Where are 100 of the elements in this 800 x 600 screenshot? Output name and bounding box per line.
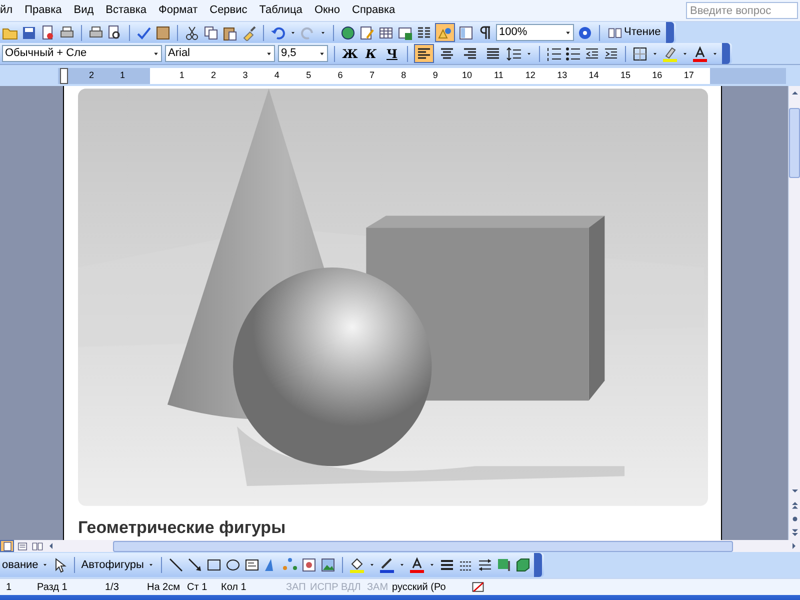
spelling-icon[interactable] [136,24,152,40]
page-icon [2,540,12,552]
save-icon[interactable] [21,24,37,40]
status-bar-item: ИСПР [310,580,340,594]
paste-icon[interactable] [222,24,238,40]
align-left-button[interactable] [414,44,434,63]
columns-icon[interactable] [416,24,432,40]
book-icon[interactable] [608,26,622,40]
tables-borders-icon[interactable] [359,24,375,40]
status-bar-item: 1 [5,580,13,594]
menu-item[interactable]: йл [0,2,19,19]
toolbar-options-handle[interactable] [534,553,542,577]
style-combo[interactable]: Обычный + Сле [2,45,162,62]
scrollbar-thumb[interactable] [789,108,800,178]
status-bar-item: Разд 1 [37,580,68,594]
bold-button[interactable]: Ж [341,44,359,63]
figure-caption: Геометрические фигуры [78,516,287,538]
reading-view-button[interactable] [30,540,44,552]
text-box-icon[interactable] [244,557,260,573]
numbered-list-icon[interactable] [546,46,562,62]
insert-spreadsheet-icon[interactable] [397,24,413,40]
picture-icon[interactable] [320,557,336,573]
menu-item[interactable]: Вид [68,2,100,19]
line-icon[interactable] [168,557,184,573]
status-bar-item: Ст 1 [187,580,208,594]
bulleted-list-icon[interactable] [565,46,581,62]
ruler-number: 12 [524,68,536,82]
ruler-number: 4 [273,68,280,82]
3d-style-icon[interactable] [514,557,531,573]
shadow-icon[interactable] [496,557,512,573]
underline-button[interactable]: Ч [383,44,401,63]
undo-icon[interactable] [270,24,286,40]
status-bar-item: русский (Ро [392,580,447,594]
menu-item[interactable]: Сервис [204,2,254,19]
toolbar-options-handle[interactable] [666,22,674,43]
font-color-icon[interactable] [692,46,708,62]
ruler-number: 7 [368,68,376,82]
status-bar-item: Кол 1 [221,580,248,594]
ruler-number: 10 [461,68,474,82]
status-bar-item: На 2см [147,580,181,594]
draw-menu-button[interactable]: ование [2,556,38,574]
scrollbar-thumb[interactable] [112,540,732,552]
ruler[interactable]: 2 1 1 2 3 4 5 6 7 8 9 10 11 12 13 14 15 16 17 [58,68,786,84]
ruler-number: 1 [178,68,186,82]
ruler-number: 3 [242,68,249,82]
page-icon [16,540,28,552]
menu-item[interactable]: Справка [346,2,402,19]
cut-icon[interactable] [184,24,200,40]
alignleft-icon [416,46,432,62]
line-color-icon[interactable] [378,557,395,573]
decrease-indent-icon[interactable] [584,46,600,62]
oval-icon[interactable] [224,557,241,573]
status-bar-item: ЗАМ [367,580,390,594]
menu-item[interactable]: Правка [18,2,68,19]
status-bar-item: 1/3 [105,580,120,594]
ruler-number: 2 [210,68,218,82]
fill-color-icon[interactable] [348,557,365,573]
web-layout-view-button[interactable] [15,540,29,552]
ruler-number: 1 [118,68,126,82]
ruler-number: 11 [493,68,504,82]
print-icon[interactable] [88,24,104,40]
line-style-icon[interactable] [438,557,455,573]
arrow-icon[interactable] [186,557,203,573]
document-map-icon[interactable] [458,24,474,40]
ruler-number: 13 [556,68,568,82]
menu-item[interactable]: Таблица [253,2,308,19]
status-bar-item: ВДЛ [341,580,362,594]
zoom-combo[interactable]: 100% [496,24,574,41]
menu-item[interactable]: Вставка [100,2,153,19]
format-painter-icon[interactable] [241,24,257,40]
reading-button[interactable]: Чтение [606,23,663,42]
ruler-number: 14 [588,68,600,82]
status-bar-item: ЗАП [286,580,307,594]
print-layout-view-button[interactable] [0,540,14,552]
menu-item[interactable]: Формат [152,2,204,19]
highlighter-icon[interactable] [662,46,678,62]
borders-icon[interactable] [632,46,648,62]
ruler-number: 17 [682,68,695,82]
menu-item[interactable]: Окно [308,2,346,19]
ruler-number: 16 [651,68,664,82]
font-color-icon[interactable] [408,557,425,573]
font-combo[interactable]: Arial [165,45,275,62]
italic-button[interactable]: К [362,44,380,63]
ruler-number: 2 [88,68,95,82]
autoshapes-button[interactable]: Автофигуры [81,556,144,574]
rectangle-icon[interactable] [206,557,222,573]
increase-indent-icon[interactable] [603,46,619,62]
arrow-style-icon[interactable] [476,557,493,573]
print-icon[interactable] [59,24,75,40]
help-question-field[interactable]: Введите вопрос [686,2,798,19]
indent-marker[interactable] [60,68,68,84]
insert-table-icon[interactable] [378,24,394,40]
copy-icon[interactable] [203,24,219,40]
ruler-number: 8 [400,68,408,82]
line-spacing-icon[interactable] [506,46,522,62]
font-size-combo[interactable]: 9,5 [278,45,328,62]
ruler-number: 5 [305,68,312,82]
ruler-number: 6 [336,68,344,82]
toolbar-options-handle[interactable] [722,43,730,64]
justify-icon [485,46,501,62]
